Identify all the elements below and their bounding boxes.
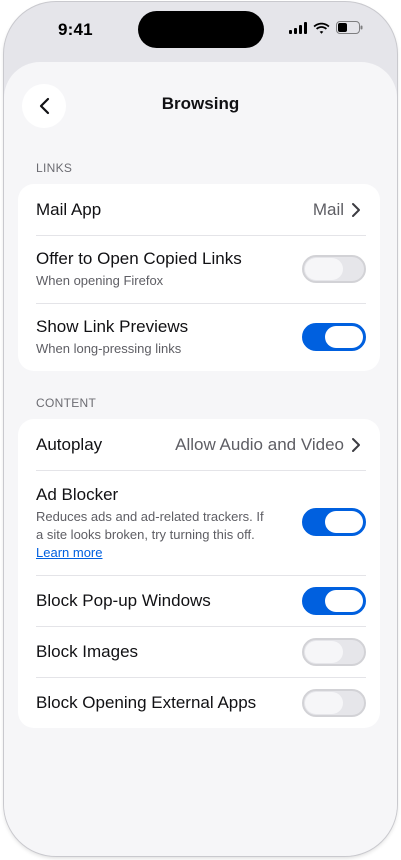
settings-sheet: Browsing LINKS Mail App Mail Offer to Op… [4,62,397,856]
learn-more-link[interactable]: Learn more [36,545,102,560]
toggle-knob [325,590,363,612]
wifi-icon [313,22,330,34]
toggle-knob [305,641,343,663]
row-subtitle-line1: Reduces ads and ad-related trackers. If [36,509,264,524]
row-title: Ad Blocker [36,485,119,504]
row-title: Block Opening External Apps [36,693,257,712]
chevron-right-icon [352,438,360,452]
offer-open-copied-links-toggle[interactable] [302,255,366,283]
content-card: Autoplay Allow Audio and Video Ad Blocke… [18,419,380,728]
block-popup-windows-toggle[interactable] [302,587,366,615]
row-subtitle: When opening Firefox [36,273,164,288]
row-subtitle-line2: a site looks broken, try turning this of… [36,527,255,542]
row-title: Show Link Previews [36,317,189,336]
row-title: Mail App [36,200,102,219]
row-title: Autoplay [36,435,103,454]
page-title: Browsing [161,94,240,113]
toggle-knob [305,258,343,280]
row-title: Offer to Open Copied Links [36,249,242,268]
phone-frame: 9:41 Browsing LINKS Mail App Mail Offer … [4,2,397,856]
dynamic-island [138,11,264,48]
row-title: Block Pop-up Windows [36,591,211,610]
chevron-right-icon [352,203,360,217]
toggle-knob [305,692,343,714]
toggle-knob [325,511,363,533]
autoplay-row[interactable]: Autoplay Allow Audio and Video [18,419,380,470]
row-value: Allow Audio and Video [175,435,344,454]
ad-blocker-row: Ad Blocker Reduces ads and ad-related tr… [18,470,380,575]
cellular-signal-icon [289,21,307,34]
block-popup-windows-row: Block Pop-up Windows [18,575,380,626]
show-link-previews-toggle[interactable] [302,323,366,351]
block-images-toggle[interactable] [302,638,366,666]
status-bar: 9:41 [4,2,397,60]
block-images-row: Block Images [18,626,380,677]
block-opening-external-apps-row: Block Opening External Apps [18,677,380,728]
block-opening-external-apps-toggle[interactable] [302,689,366,717]
row-title: Block Images [36,642,139,661]
ad-blocker-toggle[interactable] [302,508,366,536]
row-value: Mail [312,200,344,219]
mail-app-row[interactable]: Mail App Mail [18,184,380,235]
status-time: 9:41 [58,20,93,39]
links-card: Mail App Mail Offer to Open Copied Links… [18,184,380,371]
section-header-links: LINKS [36,161,73,175]
status-icons [289,21,363,34]
show-link-previews-row: Show Link Previews When long-pressing li… [18,303,380,371]
nav-bar: Browsing [4,62,397,146]
toggle-knob [325,326,363,348]
offer-open-copied-links-row: Offer to Open Copied Links When opening … [18,235,380,303]
section-header-content: CONTENT [36,396,97,410]
battery-icon [336,21,363,34]
row-subtitle: When long-pressing links [36,341,182,356]
